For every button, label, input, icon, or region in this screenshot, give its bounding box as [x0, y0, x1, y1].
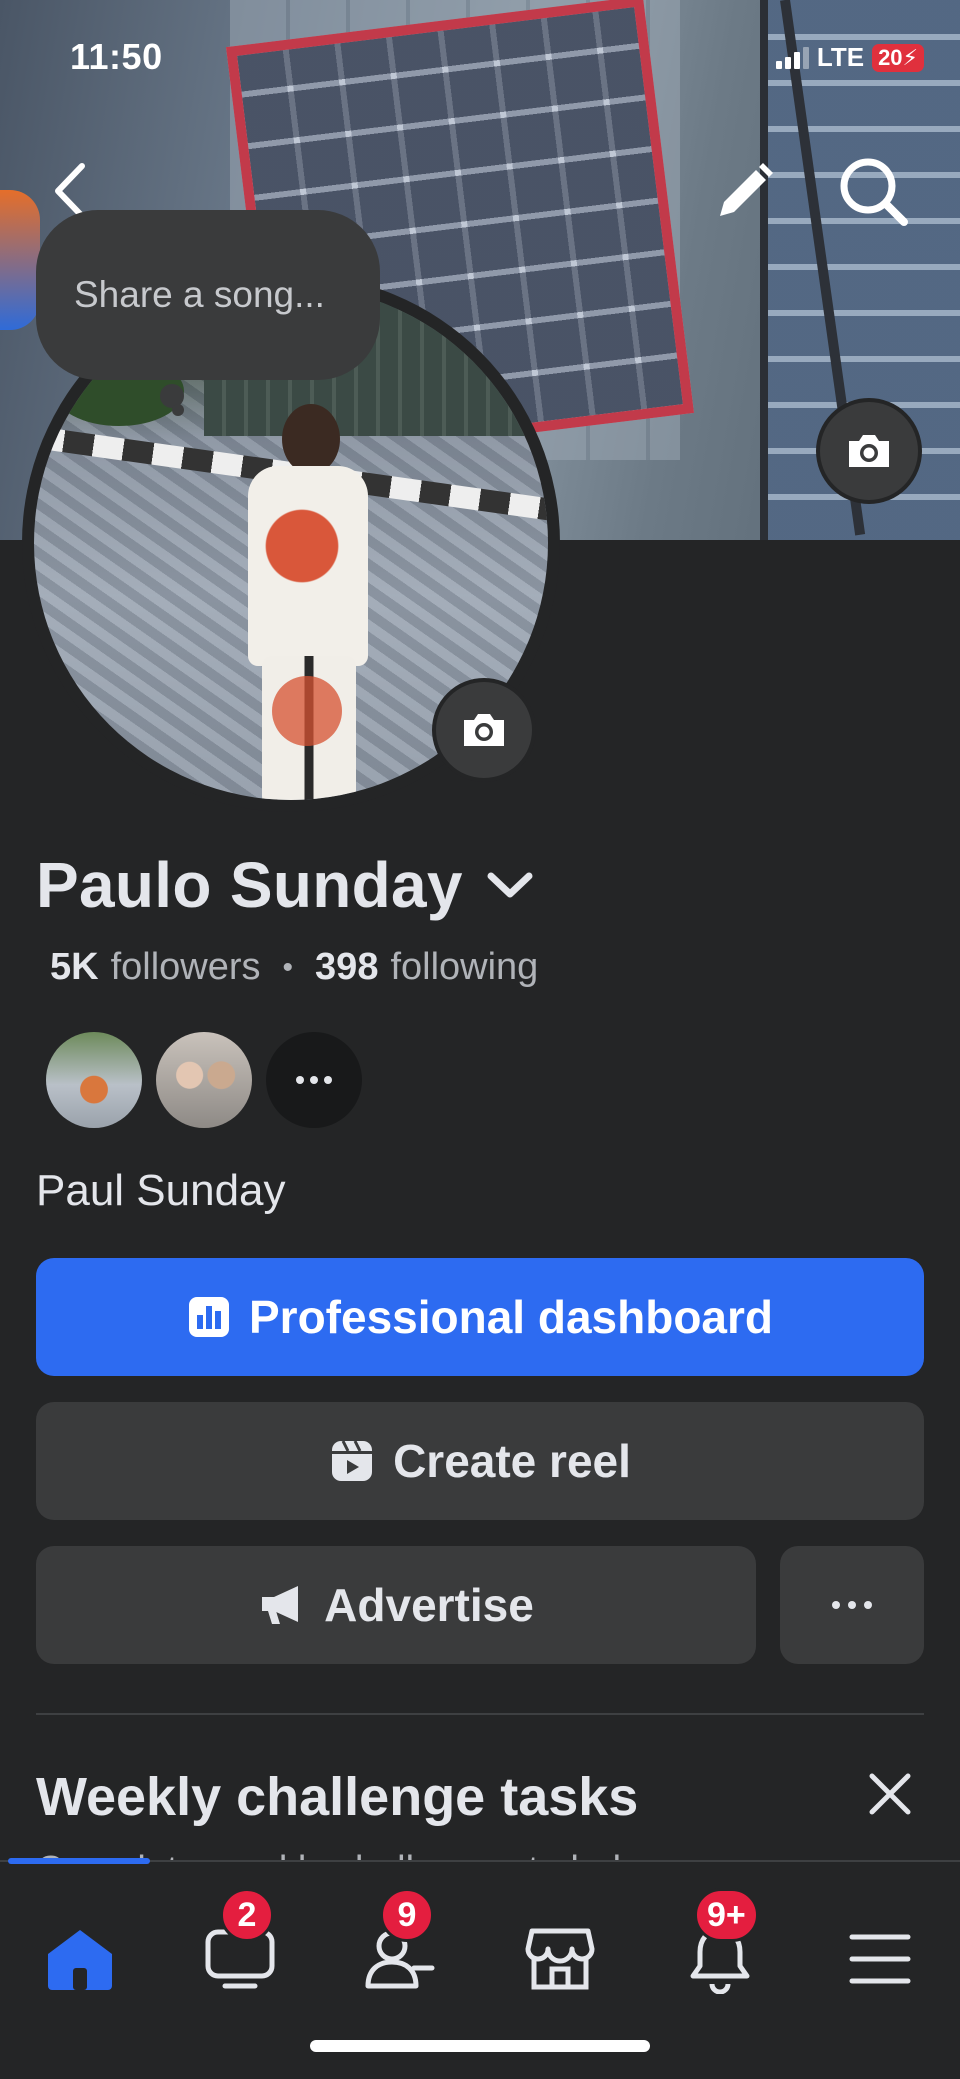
profile-page: 11:50 LTE 20⚡ Share a song... Paulo Sund…: [0, 0, 960, 2079]
chevron-down-icon[interactable]: [485, 868, 535, 902]
followers-count: 5K: [50, 946, 99, 988]
advertise-label: Advertise: [324, 1579, 534, 1631]
profile-name: Paulo Sunday: [36, 849, 463, 921]
camera-icon: [849, 435, 889, 467]
status-time: 11:50: [70, 36, 163, 77]
professional-dashboard-label: Professional dashboard: [248, 1291, 773, 1343]
menu-icon: [849, 1934, 911, 1984]
battery-indicator: 20⚡: [872, 43, 924, 72]
marketplace-icon: [525, 1928, 595, 1990]
close-icon: [869, 1773, 911, 1815]
section-divider: [36, 1713, 924, 1715]
active-tab-indicator: [8, 1858, 150, 1864]
tab-notifications[interactable]: 9+: [670, 1888, 770, 2004]
create-reel-button[interactable]: Create reel: [36, 1402, 924, 1520]
change-cover-photo-button[interactable]: [816, 398, 922, 504]
separator-dot: •: [282, 950, 294, 984]
followers-label: followers: [110, 946, 261, 988]
search-icon: [840, 158, 908, 226]
following-label: following: [390, 946, 539, 988]
dismiss-weekly-challenge-button[interactable]: [866, 1770, 914, 1823]
signal-icon: [775, 46, 809, 69]
pencil-icon: [720, 163, 773, 216]
bubble-tail-small: [172, 404, 184, 416]
profile-name-row[interactable]: Paulo Sunday: [36, 848, 535, 922]
follower-avatar[interactable]: [156, 1032, 252, 1128]
follow-stats: 5K followers • 398 following: [50, 946, 538, 989]
followers-link[interactable]: 5K followers: [50, 946, 261, 989]
search-button[interactable]: [838, 156, 910, 233]
following-count: 398: [315, 946, 379, 988]
home-icon: [48, 1930, 112, 1990]
following-link[interactable]: 398 following: [315, 946, 538, 989]
megaphone-icon: [262, 1586, 299, 1624]
change-profile-photo-button[interactable]: [432, 678, 536, 782]
status-indicators: LTE 20⚡: [775, 42, 924, 73]
home-indicator[interactable]: [310, 2040, 650, 2052]
camera-icon: [464, 714, 504, 746]
weekly-challenge-title: Weekly challenge tasks: [36, 1767, 639, 1827]
tab-friends[interactable]: 9: [350, 1888, 450, 2004]
share-song-bubble[interactable]: Share a song...: [36, 210, 380, 380]
more-options-button[interactable]: [780, 1546, 924, 1664]
follower-avatar[interactable]: [46, 1032, 142, 1128]
secondary-name: Paul Sunday: [36, 1166, 286, 1215]
create-reel-label: Create reel: [393, 1435, 631, 1487]
bar-chart-icon: [188, 1297, 229, 1337]
more-followers-button[interactable]: [266, 1032, 362, 1128]
friends-badge: 9: [380, 1888, 434, 1942]
tab-marketplace[interactable]: [510, 1914, 610, 2004]
tab-menu[interactable]: [830, 1914, 930, 2004]
professional-dashboard-button[interactable]: Professional dashboard: [36, 1258, 924, 1376]
share-song-placeholder: Share a song...: [74, 274, 325, 315]
video-badge: 2: [220, 1888, 274, 1942]
tab-video[interactable]: 2: [190, 1888, 290, 2004]
edit-cover-button[interactable]: [712, 160, 776, 229]
network-label: LTE: [816, 42, 865, 72]
reel-icon: [332, 1440, 373, 1481]
followers-preview[interactable]: [46, 1032, 362, 1128]
advertise-button[interactable]: Advertise: [36, 1546, 756, 1664]
notifications-badge: 9+: [694, 1888, 759, 1942]
tab-home[interactable]: [30, 1914, 130, 2004]
